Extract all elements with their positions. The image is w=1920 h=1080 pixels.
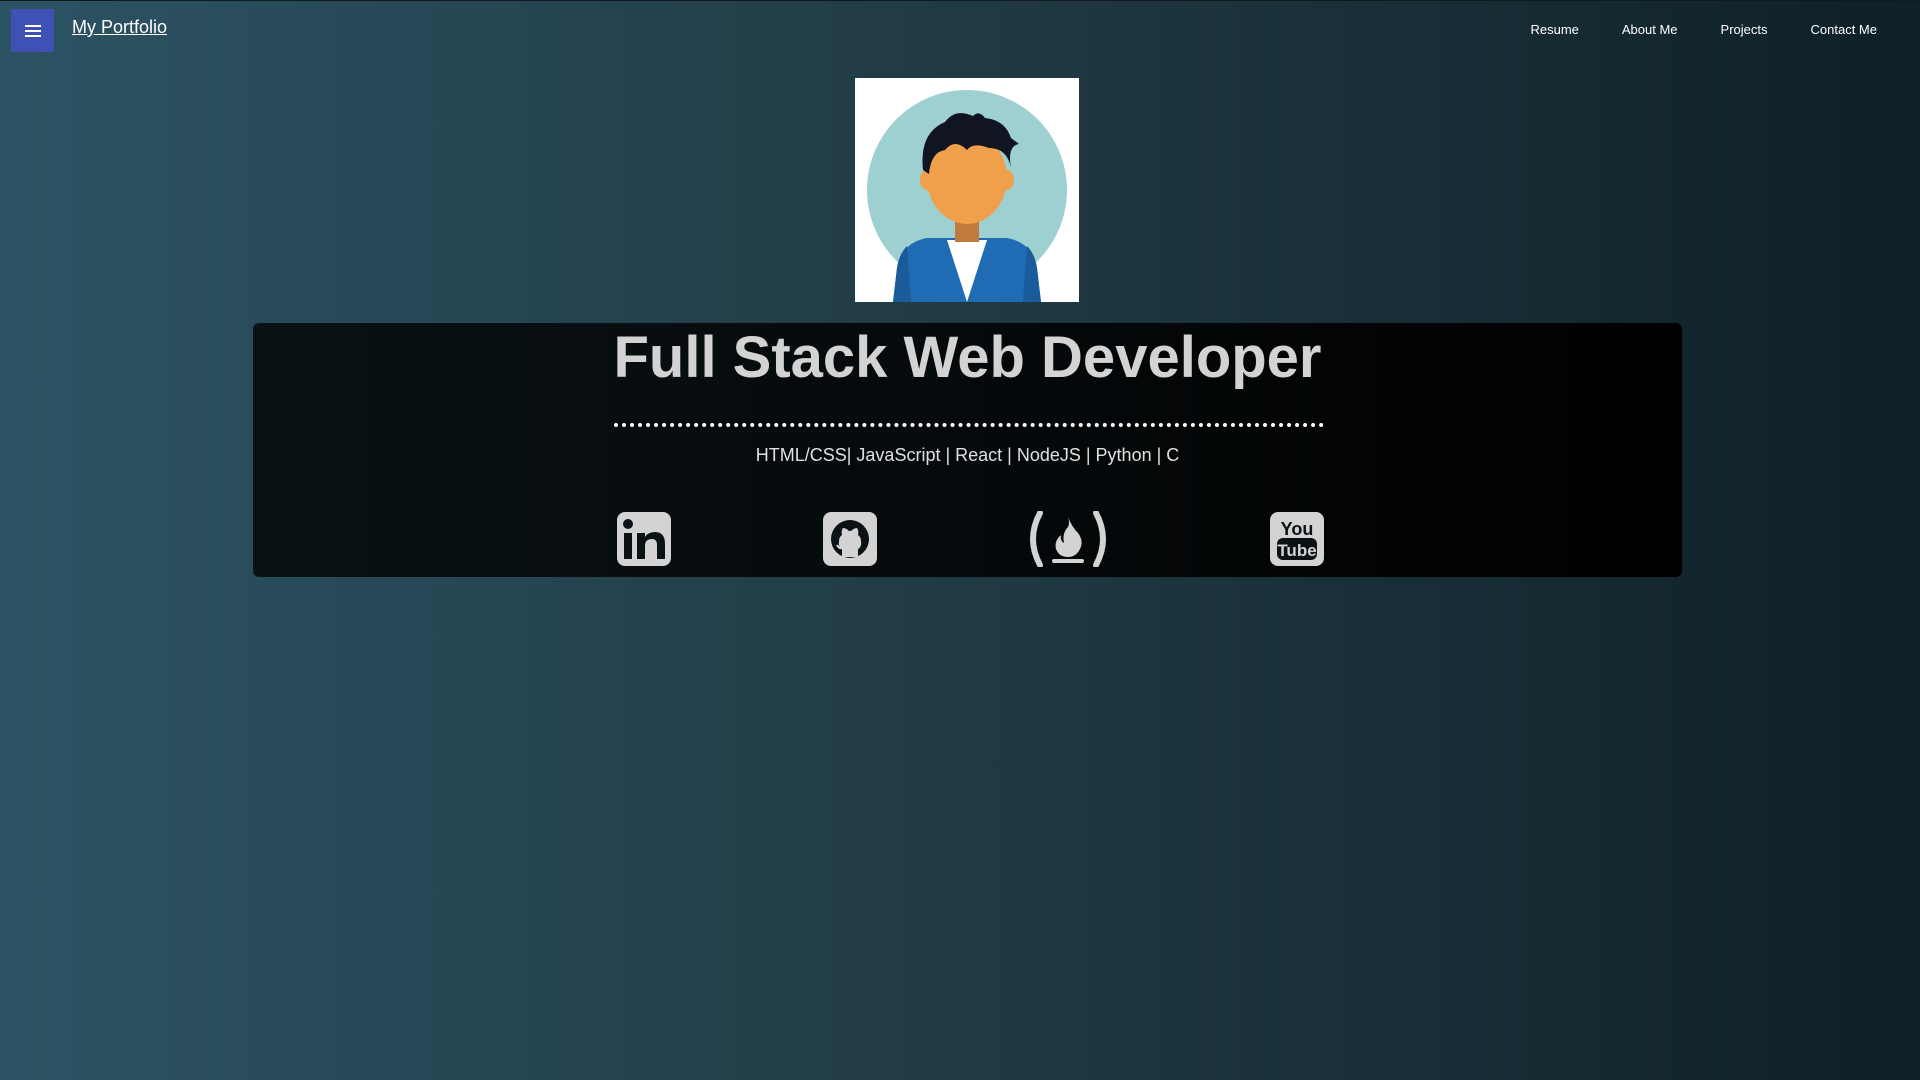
skills-list: HTML/CSS| JavaScript | React | NodeJS | … bbox=[755, 445, 1180, 465]
brand-link[interactable]: My Portfolio bbox=[72, 17, 167, 38]
nav-link-projects[interactable]: Projects bbox=[1721, 22, 1768, 37]
profile-avatar bbox=[855, 78, 1079, 302]
hero-title: Full Stack Web Developer bbox=[613, 325, 1322, 390]
hamburger-menu-icon bbox=[24, 22, 41, 40]
dotted-divider bbox=[614, 423, 1324, 427]
svg-text:You: You bbox=[1281, 519, 1314, 539]
avatar-illustration bbox=[867, 90, 1067, 302]
linkedin-link[interactable] bbox=[616, 511, 672, 567]
freecodecamp-link[interactable] bbox=[1026, 510, 1110, 568]
top-app-bar: My Portfolio Resume About Me Projects Co… bbox=[0, 0, 1920, 56]
youtube-icon: You Tube bbox=[1270, 512, 1324, 566]
menu-button[interactable] bbox=[11, 9, 54, 52]
linkedin-icon bbox=[617, 512, 671, 566]
nav-link-about-me[interactable]: About Me bbox=[1622, 22, 1678, 37]
github-link[interactable] bbox=[822, 511, 878, 567]
youtube-link[interactable]: You Tube bbox=[1269, 511, 1325, 567]
top-nav: Resume About Me Projects Contact Me bbox=[1530, 1, 1920, 57]
svg-text:Tube: Tube bbox=[1277, 541, 1316, 560]
github-icon bbox=[823, 512, 877, 566]
nav-link-contact-me[interactable]: Contact Me bbox=[1811, 22, 1877, 37]
freecodecamp-icon bbox=[1030, 510, 1106, 568]
nav-link-resume[interactable]: Resume bbox=[1530, 22, 1578, 37]
hero-card: Full Stack Web Developer HTML/CSS| JavaS… bbox=[253, 323, 1682, 577]
